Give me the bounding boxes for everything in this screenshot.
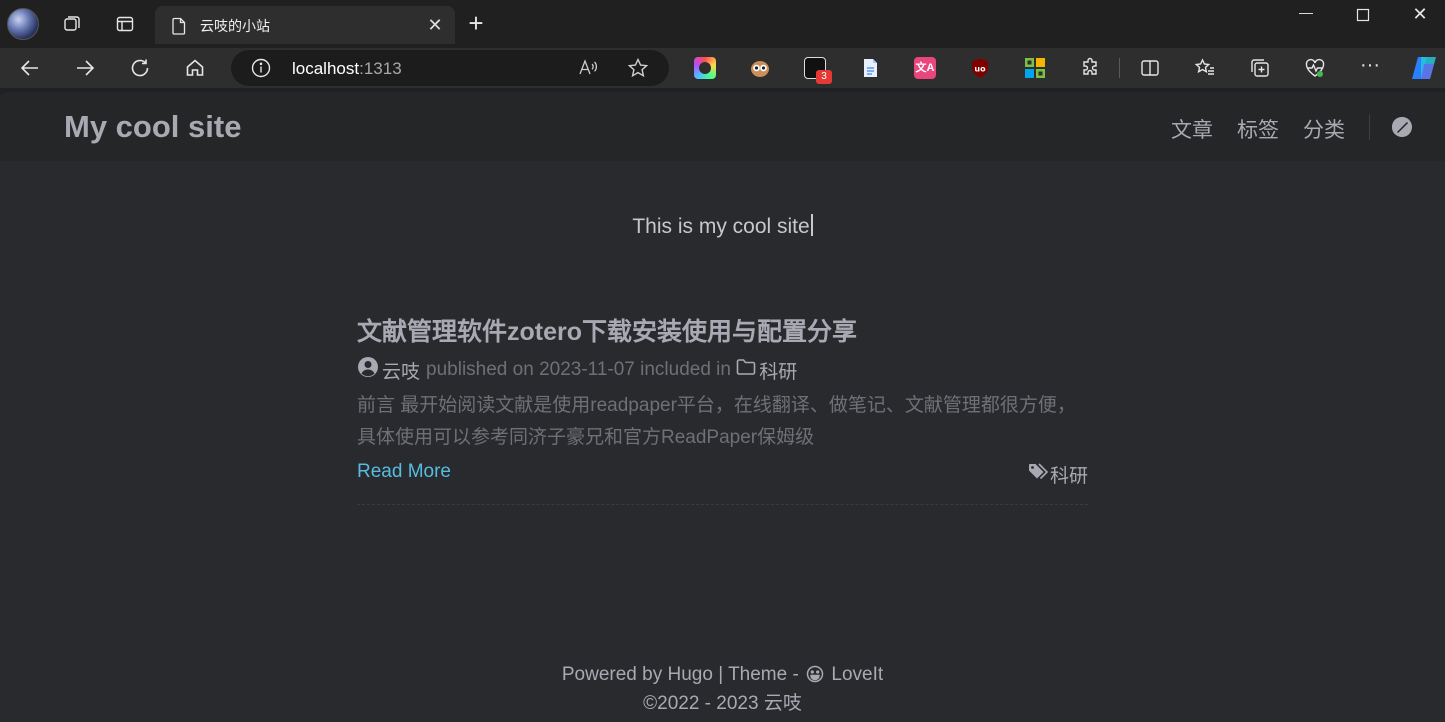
home-icon[interactable]	[179, 52, 211, 84]
hugo-link[interactable]: Hugo	[667, 664, 712, 685]
menu-item-tags[interactable]: 标签	[1237, 114, 1279, 144]
post-date: 2023-11-07	[539, 359, 635, 380]
post-author[interactable]: 云吱	[382, 357, 420, 384]
theme-label: Theme -	[728, 664, 799, 685]
included-label: included in	[640, 359, 731, 380]
browser-title-bar: 云吱的小站 ✕ + — ✕	[0, 0, 1445, 48]
laugh-icon	[806, 665, 824, 691]
post-category-link[interactable]: 科研	[759, 357, 797, 384]
typing-cursor	[810, 214, 813, 236]
extension-badge: 3	[816, 70, 832, 84]
document-extension-icon[interactable]	[859, 57, 881, 79]
split-screen-icon[interactable]	[1139, 57, 1161, 79]
extensions-icon[interactable]	[1079, 57, 1101, 79]
translate-extension-icon[interactable]: 文A	[914, 57, 936, 79]
refresh-icon[interactable]	[124, 52, 156, 84]
site-subtitle: This is my cool site	[0, 214, 1445, 239]
copilot-icon[interactable]	[1409, 54, 1439, 82]
page-icon	[171, 17, 187, 40]
close-window-icon[interactable]: ✕	[1397, 4, 1443, 26]
user-circle-icon	[357, 356, 379, 384]
browser-toolbar: localhost:1313 文A uo ···	[0, 48, 1445, 88]
footer-copyright-line: ©2022 - 2023 云吱	[0, 691, 1445, 717]
post-title[interactable]: 文献管理软件zotero下载安装使用与配置分享	[357, 312, 857, 348]
url-text: localhost:1313	[292, 59, 402, 78]
back-icon[interactable]	[14, 52, 46, 84]
read-aloud-icon[interactable]	[577, 57, 599, 84]
powered-by-label: Powered by	[561, 664, 663, 685]
svg-text:uo: uo	[974, 65, 986, 74]
tags-icon	[1028, 462, 1050, 487]
post-summary-card: 文献管理软件zotero下载安装使用与配置分享 云吱 published on …	[357, 312, 1088, 505]
site-footer: Powered by Hugo | Theme - LoveIt ©2022 -…	[0, 662, 1445, 717]
minimize-icon[interactable]: —	[1283, 4, 1329, 26]
theme-switch-icon[interactable]	[1391, 116, 1413, 138]
menu-item-categories[interactable]: 分类	[1303, 114, 1345, 144]
tab-title: 云吱的小站	[200, 18, 270, 34]
post-excerpt: 前言 最开始阅读文献是使用readpaper平台，在线翻译、做笔记、文献管理都很…	[357, 395, 1076, 448]
close-icon[interactable]: ✕	[425, 15, 445, 35]
published-label: published on	[426, 359, 534, 380]
ublock-extension-icon[interactable]: uo	[969, 57, 991, 79]
address-bar[interactable]: localhost:1313	[231, 50, 669, 86]
grid-extension-icon[interactable]	[1024, 57, 1046, 79]
menu-item-posts[interactable]: 文章	[1171, 114, 1213, 144]
footer-powered-line: Powered by Hugo | Theme - LoveIt	[0, 662, 1445, 691]
read-more-link[interactable]: Read More	[357, 461, 451, 483]
forward-icon[interactable]	[69, 52, 101, 84]
post-meta: 云吱 published on 2023-11-07 included in 科…	[357, 356, 797, 384]
active-tab[interactable]: 云吱的小站 ✕	[155, 6, 455, 44]
footer-separator: |	[718, 664, 724, 685]
copyright-text: ©2022 - 2023	[643, 693, 759, 714]
color-picker-extension-icon[interactable]	[694, 57, 716, 79]
owl-extension-icon[interactable]	[749, 57, 771, 79]
toolbar-divider	[1119, 58, 1120, 78]
folder-icon	[736, 358, 756, 382]
profile-avatar[interactable]	[7, 8, 39, 40]
site-title[interactable]: My cool site	[64, 109, 241, 145]
maximize-icon[interactable]	[1340, 4, 1386, 26]
more-icon[interactable]: ···	[1359, 55, 1381, 79]
post-tags: 科研	[1028, 461, 1088, 488]
collections-icon[interactable]	[1249, 57, 1271, 79]
info-icon[interactable]	[251, 58, 271, 83]
favorites-icon[interactable]	[1194, 57, 1216, 79]
new-tab-icon[interactable]: +	[462, 10, 490, 38]
favorite-star-icon[interactable]	[627, 57, 649, 84]
owner-link[interactable]: 云吱	[764, 693, 802, 714]
menu-divider	[1369, 114, 1370, 140]
web-page: My cool site 文章 标签 分类 This is my cool si…	[0, 92, 1445, 722]
site-header: My cool site 文章 标签 分类	[0, 92, 1445, 161]
tab-actions-icon[interactable]	[107, 6, 143, 42]
workspaces-icon[interactable]	[54, 6, 90, 42]
theme-link[interactable]: LoveIt	[831, 664, 883, 685]
post-tag-link[interactable]: 科研	[1050, 461, 1088, 488]
performance-icon[interactable]	[1304, 57, 1326, 79]
